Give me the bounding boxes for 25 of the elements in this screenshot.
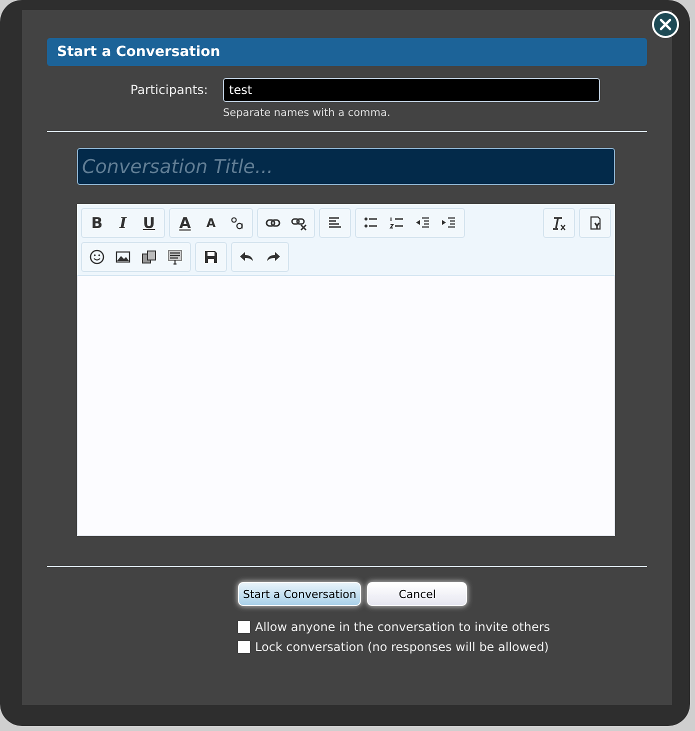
letters-icon [229, 215, 245, 231]
checkbox-label: Allow anyone in the conversation to invite others [255, 620, 550, 634]
title-field[interactable]: Conversation Title... [77, 148, 615, 185]
image-icon [115, 249, 131, 265]
align-left-icon [327, 215, 343, 231]
film-icon [141, 249, 157, 265]
text-block-icon [167, 249, 183, 265]
font-color-button[interactable]: A [172, 210, 198, 236]
close-icon [659, 18, 672, 31]
checkbox[interactable] [238, 621, 250, 633]
italic-button[interactable]: I [110, 210, 136, 236]
participants-hint: Separate names with a comma. [223, 107, 392, 119]
font-size-button[interactable]: A [198, 210, 224, 236]
numbered-list-icon [389, 215, 405, 231]
underline-button[interactable]: U [136, 210, 162, 236]
smiley-icon [89, 249, 105, 265]
dialog-title: Start a Conversation [47, 38, 647, 66]
checkbox-label: Lock conversation (no responses will be allowed) [255, 640, 549, 654]
cancel-button[interactable]: Cancel [367, 582, 468, 606]
participants-label: Participants: [129, 81, 209, 99]
start-conversation-button[interactable]: Start a Conversation [238, 582, 362, 606]
participants-field[interactable]: test [223, 78, 600, 102]
checkbox[interactable] [238, 641, 250, 653]
clear-format-icon [551, 215, 567, 231]
bold-button[interactable]: B [84, 210, 110, 236]
